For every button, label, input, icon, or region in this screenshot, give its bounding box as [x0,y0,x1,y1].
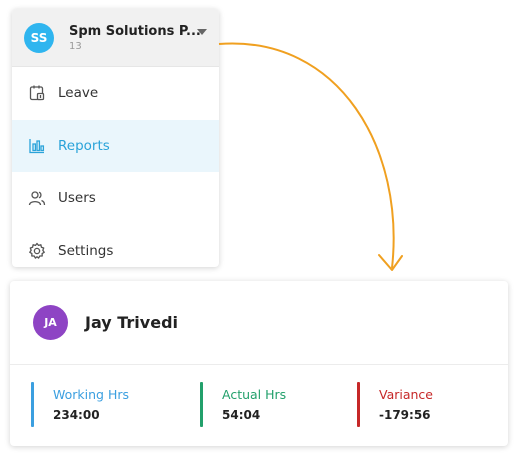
bar-chart-icon [28,137,46,155]
stat-actual-hrs: Actual Hrs 54:04 [200,382,286,427]
stat-bar-actual [200,382,203,427]
org-name: Spm Solutions P... [69,23,201,39]
employee-card: JA Jay Trivedi Working Hrs 234:00 Actual… [10,281,508,446]
menu-label-settings: Settings [58,242,114,259]
stat-bar-working [31,382,34,427]
stat-variance: Variance -179:56 [357,382,433,427]
org-switcher[interactable]: SS Spm Solutions P... 13 [12,9,219,67]
employee-header: JA Jay Trivedi [10,281,508,365]
menu-item-users[interactable]: Users [12,172,219,225]
stat-value-actual: 54:04 [222,408,261,422]
org-avatar: SS [24,22,54,53]
stat-label-variance: Variance [379,387,433,402]
calendar-leave-icon [28,84,46,102]
menu-label-leave: Leave [58,85,99,102]
connector-arrowhead [378,254,403,271]
stat-value-working: 234:00 [53,408,100,422]
stat-value-variance: -179:56 [379,408,431,422]
users-icon [28,189,46,207]
chevron-down-icon[interactable] [197,28,207,35]
employee-avatar: JA [33,305,68,340]
stat-working-hrs: Working Hrs 234:00 [31,382,129,427]
stat-label-working: Working Hrs [53,387,130,402]
employee-stats: Working Hrs 234:00 Actual Hrs 54:04 Vari… [10,365,508,445]
employee-name: Jay Trivedi [85,313,179,332]
gear-icon [28,242,46,260]
org-info: Spm Solutions P... 13 [69,23,201,52]
menu-label-reports: Reports [58,137,110,154]
menu-item-leave[interactable]: Leave [12,67,219,120]
org-menu-card: SS Spm Solutions P... 13 Leave Reports U… [12,9,219,267]
org-count: 13 [69,40,82,52]
stat-label-actual: Actual Hrs [222,387,287,402]
menu-item-settings[interactable]: Settings [12,225,219,268]
stat-bar-variance [357,382,360,427]
connector-curve [218,42,395,269]
menu-label-users: Users [58,190,96,207]
menu-item-reports[interactable]: Reports [12,119,219,172]
